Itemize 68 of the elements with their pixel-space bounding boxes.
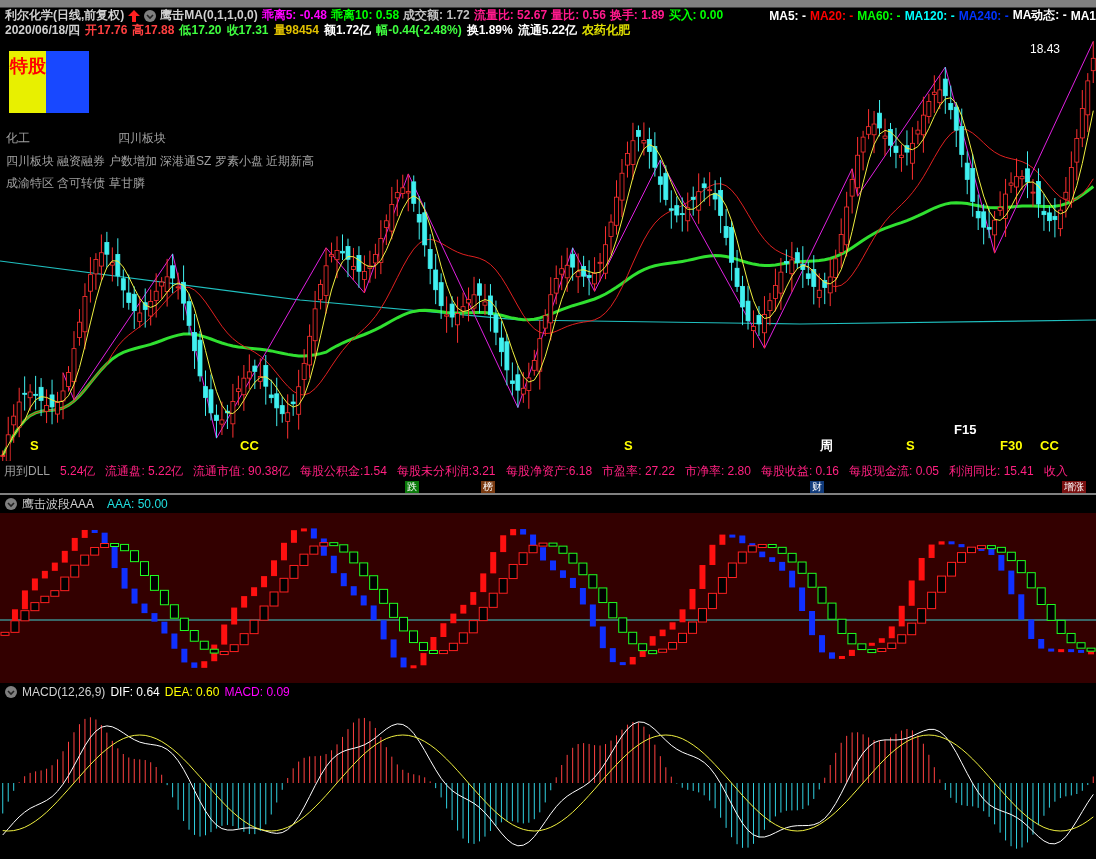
quote-value: 量98454	[273, 22, 319, 39]
dropdown-icon[interactable]	[5, 686, 17, 698]
chart-signal-label: S	[30, 438, 39, 453]
panel-title: MACD(12,26,9)	[22, 685, 106, 699]
quote-value: 换1.89%	[466, 22, 513, 39]
fundamental-stat: 流通盘: 5.22亿	[105, 462, 184, 480]
quote-value: 额1.72亿	[323, 22, 372, 39]
event-tag[interactable]: 增涨	[1062, 481, 1086, 493]
dropdown-icon[interactable]	[5, 498, 17, 510]
indicator-name: 鹰击MA(0,1,1,0,0)	[160, 7, 258, 24]
event-tag[interactable]: 跌	[405, 481, 419, 493]
fundamental-stat: 市盈率: 27.22	[602, 462, 675, 480]
chart-signal-label: CC	[240, 438, 259, 453]
event-tag[interactable]: 财	[810, 481, 824, 493]
quote-value: 低17.20	[179, 22, 222, 39]
fundamental-stat: 收入	[1043, 462, 1068, 480]
sector-label: 农药化肥	[582, 22, 631, 39]
concept-tags: 成渝特区 含可转债 草甘膦	[6, 172, 314, 194]
fundamental-stat: 流通市值: 90.38亿	[193, 462, 291, 480]
stock-title: 利尔化学(日线,前复权)	[5, 7, 125, 24]
quote-value: 收17.31	[226, 22, 269, 39]
quote-value: 流通5.22亿	[517, 22, 578, 39]
region-label: 四川板块	[118, 130, 166, 147]
chart-signal-label: S	[906, 438, 915, 453]
ma-legend: MA60: -	[857, 8, 901, 23]
chart-signal-label: 周	[820, 438, 833, 453]
indicator-readout: 乖离5: -0.48	[261, 7, 328, 23]
ma-legend: MA动态: -	[1012, 7, 1067, 24]
indicator-readout: 量比: 0.56	[551, 7, 606, 23]
event-tag[interactable]: 榜	[481, 481, 495, 493]
indicator-readout: 买入: 0.00	[668, 7, 724, 24]
fundamental-stat: 每股未分利润:3.21	[396, 462, 496, 480]
quote-value: 开17.76	[85, 22, 128, 39]
chart-signal-label: F15	[954, 422, 977, 437]
fundamental-stat: 每股收益: 0.16	[760, 462, 839, 480]
indicator-readout: 换手: 1.89	[609, 7, 665, 24]
fundamental-stat: 每股净资产:6.18	[505, 462, 593, 480]
fundamental-stat: 利润同比: 15.41	[949, 462, 1034, 480]
panel-readout: MACD: 0.09	[224, 685, 290, 699]
panel-readout: DIF: 0.64	[110, 685, 160, 699]
dll-note: 用到DLL	[4, 462, 50, 480]
chart-signal-label: CC	[1040, 438, 1059, 453]
indicator-readout: 成交额: 1.72	[403, 7, 470, 24]
panel-readout: AAA: 50.00	[107, 497, 168, 511]
industry-label: 化工	[6, 130, 30, 147]
fundamental-stat: 市净率: 2.80	[684, 462, 751, 480]
ma-legend: MA1	[1070, 8, 1096, 23]
dropdown-icon[interactable]	[144, 9, 157, 22]
panel-title: 鹰击波段AAA	[22, 495, 94, 513]
concept-tags: 四川板块 融资融券 户数增加 深港通SZ 罗素小盘 近期新高	[6, 150, 314, 172]
up-arrow-icon	[128, 9, 141, 22]
ma-legend: MA20: -	[809, 8, 854, 23]
fundamental-stat: 每股现金流: 0.05	[849, 462, 939, 480]
indicator-readout: 流量比: 52.67	[473, 7, 548, 23]
ma-legend: MA120: -	[904, 8, 955, 23]
quote-value: 幅-0.44(-2.48%)	[376, 22, 462, 39]
indicator-readout: 乖离10: 0.58	[331, 7, 400, 23]
fundamental-stat: 每股公积金:1.54	[300, 462, 387, 480]
ma-legend: MA5: -	[769, 8, 806, 23]
high-price-label: 18.43	[1030, 42, 1061, 56]
fundamental-stat: 5.24亿	[60, 462, 96, 480]
ma-legend: MA240: -	[958, 8, 1009, 23]
panel-readout: DEA: 0.60	[164, 685, 220, 699]
chart-signal-label: S	[624, 438, 633, 453]
quote-value: 高17.88	[132, 22, 175, 39]
chart-signal-label: F30	[1000, 438, 1023, 453]
quote-date: 2020/06/18/四	[5, 22, 81, 39]
badge-text: 特股	[9, 51, 46, 113]
